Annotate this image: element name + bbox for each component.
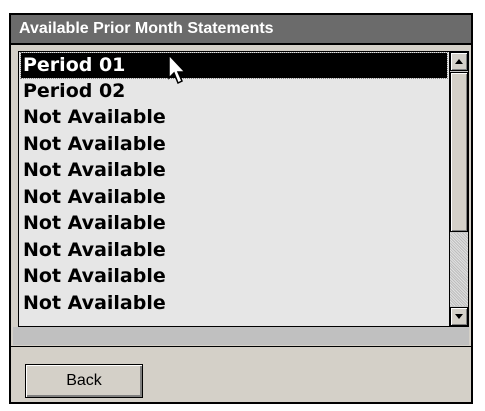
list-item-period-02[interactable]: Period 02 xyxy=(21,79,447,104)
back-button[interactable]: Back xyxy=(25,364,143,398)
arrow-up-icon xyxy=(455,59,463,64)
list-item[interactable]: Not Available xyxy=(21,105,447,130)
list-item[interactable]: Not Available xyxy=(21,264,447,289)
list-item[interactable]: Not Available xyxy=(21,132,447,157)
scroll-down-button[interactable] xyxy=(450,307,468,326)
status-strip xyxy=(13,327,469,345)
statements-list: Period 01 Period 02 Not Available Not Av… xyxy=(19,52,449,326)
list-item[interactable]: Not Available xyxy=(21,291,447,316)
list-item[interactable]: Not Available xyxy=(21,238,447,263)
list-item-period-01[interactable]: Period 01 xyxy=(20,52,448,79)
scroll-up-button[interactable] xyxy=(450,52,468,71)
dialog-title: Available Prior Month Statements xyxy=(11,15,471,45)
arrow-cursor-icon xyxy=(168,54,187,85)
scroll-thumb[interactable] xyxy=(450,72,468,232)
list-item[interactable]: Not Available xyxy=(21,158,447,183)
statements-dialog: Available Prior Month Statements Period … xyxy=(9,13,473,404)
list-item[interactable]: Not Available xyxy=(21,185,447,210)
list-item[interactable]: Not Available xyxy=(21,211,447,236)
scroll-track[interactable] xyxy=(450,233,468,306)
divider xyxy=(11,346,471,347)
statements-listbox[interactable]: Period 01 Period 02 Not Available Not Av… xyxy=(18,51,469,327)
arrow-down-icon xyxy=(455,314,463,319)
list-scrollbar[interactable] xyxy=(449,52,468,326)
